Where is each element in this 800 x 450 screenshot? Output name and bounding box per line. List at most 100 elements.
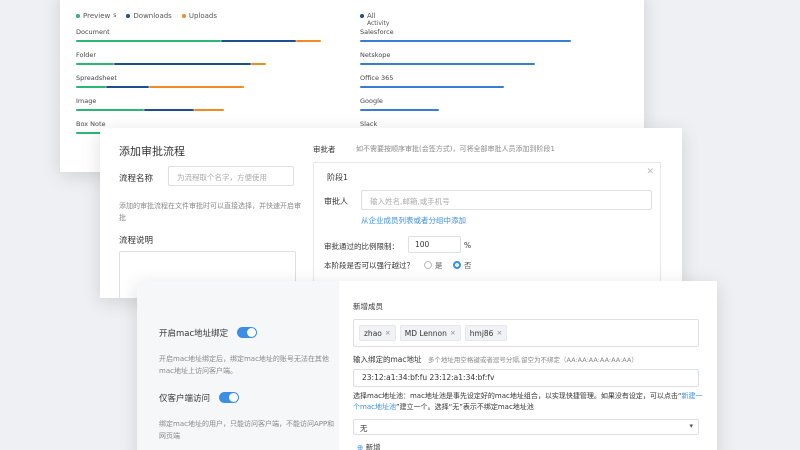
legend-uploads: Uploads bbox=[181, 12, 218, 20]
client-only-toggle[interactable] bbox=[218, 392, 239, 403]
preview-dot-icon bbox=[76, 14, 80, 18]
downloads-bar bbox=[106, 86, 149, 88]
preview-bar bbox=[76, 86, 106, 88]
skip-label: 本阶段是否可以强行越过？ bbox=[324, 261, 414, 270]
mac-input-label-row: 输入绑定的mac地址 多个地址用空格键或者逗号分隔,留空为不绑定（AA:AA:A… bbox=[353, 354, 638, 365]
approver-hint: 如不需要按顺序审批(会签方式)，可将全部审批人员添加到阶段1 bbox=[356, 145, 555, 153]
all-activity-bar bbox=[360, 63, 536, 65]
ratio-input[interactable]: 100 bbox=[408, 236, 461, 253]
flow-title: 添加审批流程 bbox=[119, 145, 185, 158]
plus-circle-icon: ⊕ bbox=[357, 443, 364, 450]
all-activity-bar bbox=[360, 40, 572, 42]
legend-uploads-label: Uploads bbox=[188, 12, 218, 20]
app-row: Netskope bbox=[360, 51, 600, 74]
preview-bar bbox=[76, 109, 144, 111]
flow-name-hint: 添加的审批流程在文件审批时可以直接选择，并快速开启审批 bbox=[119, 202, 301, 222]
mac-bind-label: 开启mac地址绑定 bbox=[159, 329, 229, 339]
skip-no-label: 否 bbox=[464, 261, 472, 270]
mac-address-input[interactable]: 23:12:a1:34:bf:fu 23:12:a1:34:bf:fv bbox=[353, 369, 699, 387]
add-new-button[interactable]: ⊕ 新增 bbox=[357, 442, 381, 450]
remove-member-icon[interactable]: × bbox=[450, 329, 456, 337]
file-type-rows: Document Folder Spreadsheet Image Box Note bbox=[76, 28, 326, 143]
client-only-row: 仅客户端访问 bbox=[159, 392, 239, 404]
client-only-hint: 绑定mac地址的用户，只能访问客户端，不能访问APP和网页端 bbox=[159, 420, 335, 440]
all-activity-bar bbox=[360, 86, 504, 88]
mac-bind-hint: 开启mac地址绑定后，绑定mac地址的账号无法在其他mac地址上访问客户端。 bbox=[159, 355, 329, 375]
mac-input-label: 输入绑定的mac地址 bbox=[353, 355, 422, 364]
all-activity-bar bbox=[360, 109, 440, 111]
flow-name-input[interactable]: 为流程取个名字，方便使用 bbox=[168, 166, 294, 186]
legend-all-label: All bbox=[367, 12, 376, 20]
add-from-group-link[interactable]: 从企业成员列表或者分组中添加 bbox=[361, 215, 466, 226]
members-tag-input[interactable]: zhao × MD Lennon × hmj86 × bbox=[353, 319, 699, 347]
file-type-row: Image bbox=[76, 97, 326, 120]
app-label: Slack bbox=[360, 120, 378, 128]
flow-desc-label: 流程说明 bbox=[119, 236, 154, 246]
uploads-bar bbox=[148, 86, 244, 88]
radio-unchecked-icon bbox=[424, 261, 432, 269]
uploads-dot-icon bbox=[181, 14, 186, 18]
approval-flow-card: 添加审批流程 流程名称 为流程取个名字，方便使用 添加的审批流程在文件审批时可以… bbox=[100, 128, 682, 312]
remove-member-icon[interactable]: × bbox=[496, 329, 502, 337]
radio-checked-icon bbox=[453, 261, 461, 269]
skip-no-option[interactable]: 否 bbox=[453, 260, 472, 271]
stage-title: 阶段1 bbox=[327, 173, 349, 182]
member-tag: MD Lennon × bbox=[399, 325, 461, 341]
caret-down-icon: ▾ bbox=[689, 422, 693, 430]
all-dot-icon bbox=[360, 14, 364, 18]
app-label: Google bbox=[360, 97, 383, 105]
file-type-label: Image bbox=[76, 97, 97, 105]
downloads-dot-icon bbox=[126, 14, 131, 18]
skip-yes-label: 是 bbox=[435, 261, 443, 270]
app-rows: Salesforce Netskope Office 365 Google Slack bbox=[360, 28, 600, 143]
mac-pool-select[interactable]: 无 ▾ bbox=[353, 419, 699, 435]
stage-approver-label: 审批人 bbox=[324, 197, 348, 206]
file-type-label: Document bbox=[76, 28, 110, 36]
new-members-label: 新增成员 bbox=[353, 302, 383, 311]
mac-pool-description: 选择mac地址池：mac地址池是事先设定好的mac地址组合，以实现快捷管理。如果… bbox=[353, 391, 703, 413]
file-type-label: Box Note bbox=[76, 120, 106, 128]
file-type-label: Folder bbox=[76, 51, 97, 59]
member-tag: zhao × bbox=[359, 325, 396, 341]
file-type-row: Document bbox=[76, 28, 326, 51]
mac-binding-card: 开启mac地址绑定 开启mac地址绑定后，绑定mac地址的账号无法在其他mac地… bbox=[137, 281, 717, 450]
client-only-label: 仅客户端访问 bbox=[159, 394, 211, 404]
app-label: Netskope bbox=[360, 51, 391, 59]
flow-name-label: 流程名称 bbox=[119, 174, 154, 184]
uploads-bar bbox=[251, 63, 266, 65]
legend-downloads: Downloads bbox=[126, 12, 172, 20]
mac-settings-panel: 开启mac地址绑定 开启mac地址绑定后，绑定mac地址的账号无法在其他mac地… bbox=[137, 281, 339, 450]
uploads-bar bbox=[296, 40, 321, 42]
bar-track bbox=[76, 86, 326, 88]
legend-preview-label: Preview bbox=[83, 12, 111, 20]
file-type-row: Spreadsheet bbox=[76, 74, 326, 97]
stage-approver-input[interactable]: 输入姓名,邮箱,或手机号 bbox=[361, 190, 652, 210]
approver-label: 审批者 bbox=[313, 145, 336, 154]
app-label: Office 365 bbox=[360, 74, 394, 82]
file-type-row: Folder bbox=[76, 51, 326, 74]
mac-bind-toggle[interactable] bbox=[236, 327, 257, 338]
add-new-label: 新增 bbox=[365, 443, 381, 450]
app-row: Google bbox=[360, 97, 600, 120]
bar-track bbox=[76, 109, 326, 111]
skip-yes-option[interactable]: 是 bbox=[424, 260, 443, 271]
downloads-bar bbox=[113, 63, 251, 65]
app-label: Salesforce bbox=[360, 28, 394, 36]
bar-track bbox=[76, 40, 326, 42]
close-icon[interactable]: ✕ bbox=[646, 167, 654, 177]
legend-all-sub: Activity bbox=[367, 20, 390, 27]
stats-legend: Preview s Downloads Uploads bbox=[76, 12, 217, 20]
member-name: zhao bbox=[364, 328, 382, 338]
legend-preview-sub: s bbox=[113, 12, 117, 19]
mac-pool-text-1: 选择mac地址池：mac地址池是事先设定好的mac地址组合，以实现快捷管理。如果… bbox=[353, 392, 682, 400]
member-tag: hmj86 × bbox=[464, 325, 508, 341]
remove-member-icon[interactable]: × bbox=[385, 329, 391, 337]
ratio-label: 审批通过的比例限制： bbox=[324, 242, 399, 251]
mac-pool-selected-value: 无 bbox=[360, 424, 368, 433]
downloads-bar bbox=[221, 40, 296, 42]
ratio-unit: % bbox=[464, 241, 472, 250]
mac-input-hint: 多个地址用空格键或者逗号分隔,留空为不绑定（AA:AA:AA:AA:AA:AA） bbox=[427, 356, 638, 364]
preview-bar bbox=[76, 40, 221, 42]
app-row: Office 365 bbox=[360, 74, 600, 97]
member-name: MD Lennon bbox=[404, 328, 447, 338]
